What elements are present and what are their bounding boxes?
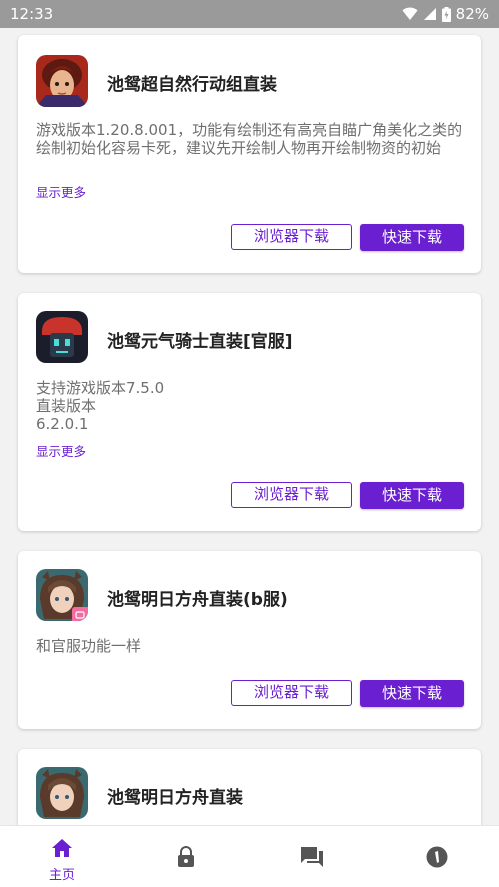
supernatural-game-icon: [36, 55, 88, 107]
info-icon: [426, 846, 448, 868]
nav-item-home[interactable]: 主页: [0, 826, 124, 887]
bilibili-badge-icon: [72, 607, 88, 621]
browser-download-button[interactable]: 浏览器下载: [231, 680, 352, 706]
app-title: 池鸳元气骑士直装[官服]: [107, 332, 293, 352]
nav-item-lock[interactable]: [124, 826, 248, 887]
app-title: 池鸳明日方舟直装: [107, 788, 243, 808]
fast-download-button[interactable]: 快速下载: [360, 680, 464, 707]
status-bar: 12:33 82%: [0, 0, 499, 28]
app-list[interactable]: 池鸳超自然行动组直装 游戏版本1.20.8.001，功能有绘制还有高亮自瞄广角美…: [0, 28, 499, 825]
home-icon: [52, 839, 72, 857]
fast-download-button[interactable]: 快速下载: [360, 224, 464, 251]
nav-item-chat[interactable]: [250, 826, 374, 887]
bottom-nav: 主页: [0, 825, 499, 887]
description-line: 绘制初始化容易卡死，建议先开绘制人物再开绘制物资的初始: [36, 139, 442, 157]
app-description: 游戏版本1.20.8.001，功能有绘制还有高亮自瞄广角美化之类的 绘制初始化容…: [36, 121, 464, 157]
signal-icon: [423, 7, 437, 21]
fast-download-button[interactable]: 快速下载: [360, 482, 464, 509]
chat-icon: [301, 847, 323, 867]
nav-label-home: 主页: [48, 868, 75, 883]
battery-level: 82%: [455, 5, 489, 23]
app-title: 池鸳超自然行动组直装: [107, 75, 277, 95]
description-line: 游戏版本1.20.8.001，功能有绘制还有高亮自瞄广角美化之类的: [36, 121, 463, 139]
app-description: 支持游戏版本7.5.0 直装版本 6.2.0.1: [36, 379, 464, 433]
browser-download-button[interactable]: 浏览器下载: [231, 224, 352, 250]
lock-icon: [178, 846, 194, 867]
app-title: 池鸳明日方舟直装(b服): [107, 590, 288, 610]
app-card: 池鸳超自然行动组直装 游戏版本1.20.8.001，功能有绘制还有高亮自瞄广角美…: [18, 35, 481, 273]
browser-download-button[interactable]: 浏览器下载: [231, 482, 352, 508]
description-line: 支持游戏版本7.5.0: [36, 379, 165, 397]
description-line: 直装版本: [36, 397, 97, 415]
status-time: 12:33: [10, 5, 54, 23]
app-card: 池鸳明日方舟直装(b服) 和官服功能一样 浏览器下载 快速下载: [18, 551, 481, 729]
description-line: 6.2.0.1: [36, 415, 89, 433]
show-more-link[interactable]: 显示更多: [36, 441, 86, 460]
app-card: 池鸳元气骑士直装[官服] 支持游戏版本7.5.0 直装版本 6.2.0.1 显示…: [18, 293, 481, 531]
arknights-icon: [36, 569, 88, 621]
description-line: 和官服功能一样: [36, 637, 142, 655]
status-icons: 82%: [402, 5, 489, 23]
nav-item-info[interactable]: [375, 826, 499, 887]
app-card: 池鸳明日方舟直装: [18, 749, 481, 825]
battery-charging-icon: [441, 6, 451, 22]
show-more-link[interactable]: 显示更多: [36, 182, 86, 201]
wifi-icon: [402, 7, 418, 21]
app-description: 和官服功能一样: [36, 637, 464, 655]
soul-knight-icon: [36, 311, 88, 363]
arknights-icon: [36, 767, 88, 819]
